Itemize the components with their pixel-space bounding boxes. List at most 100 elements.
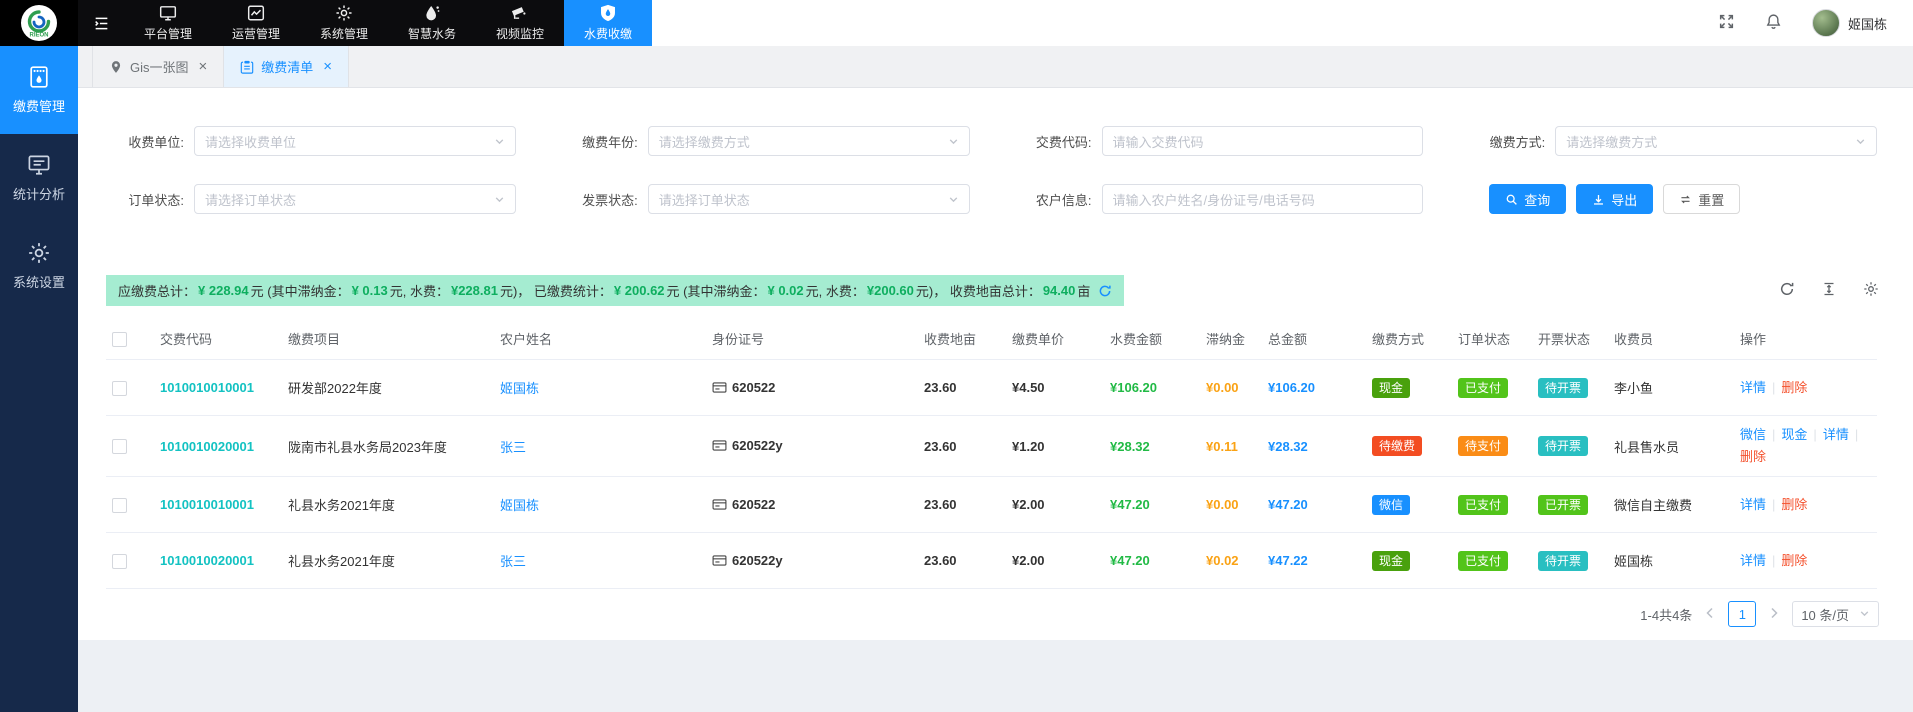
action-link[interactable]: 详情 — [1740, 380, 1766, 395]
action-delete[interactable]: 删除 — [1740, 449, 1766, 464]
cell-farmer-name[interactable]: 张三 — [494, 416, 706, 477]
column-header: 交费代码 — [154, 318, 282, 360]
nav-item-3[interactable]: 智慧水务 — [388, 0, 476, 46]
action-delete[interactable]: 删除 — [1781, 380, 1807, 395]
cell-collector: 礼县售水员 — [1608, 416, 1734, 477]
cell-pay-code[interactable]: 1010010020001 — [154, 533, 282, 589]
cell-water-fee: ¥47.20 — [1104, 477, 1200, 533]
camera-icon — [511, 4, 529, 22]
filter-select[interactable]: 请选择缴费方式 — [1555, 126, 1877, 156]
nav-item-4[interactable]: 视频监控 — [476, 0, 564, 46]
column-header: 收费员 — [1608, 318, 1734, 360]
nav-item-1[interactable]: 运营管理 — [212, 0, 300, 46]
cell-collector: 微信自主缴费 — [1608, 477, 1734, 533]
column-settings-gear-icon[interactable] — [1863, 281, 1879, 300]
gear-icon — [335, 4, 353, 22]
settings-icon — [27, 241, 51, 265]
cell-id-card: 620522 — [706, 477, 918, 533]
pay-method-badge: 待缴费 — [1372, 436, 1422, 456]
filter-input[interactable]: 请输入农户姓名/身份证号/电话号码 — [1102, 184, 1424, 214]
menu-fold-icon[interactable] — [78, 0, 124, 46]
user-name: 姬国栋 — [1848, 14, 1887, 33]
action-delete[interactable]: 删除 — [1781, 553, 1807, 568]
cell-project: 陇南市礼县水务局2023年度 — [282, 416, 494, 477]
action-link[interactable]: 详情 — [1740, 553, 1766, 568]
filter-field: 缴费年份: 请选择缴费方式 — [560, 126, 970, 156]
cell-pay-code[interactable]: 1010010010001 — [154, 477, 282, 533]
tab-1[interactable]: 缴费清单 × — [224, 46, 349, 87]
navbar-menu-area: RIEON 平台管理 运营管理 系统管理 智慧水务 视频监控 水费收缴 — [0, 0, 652, 46]
action-link[interactable]: 详情 — [1740, 497, 1766, 512]
pay-method-badge: 微信 — [1372, 495, 1410, 515]
summary-refresh-icon[interactable] — [1098, 284, 1112, 298]
sidebar-item-1[interactable]: 统计分析 — [0, 134, 78, 222]
cell-actions: 详情|删除 — [1734, 360, 1877, 416]
tab-close-icon[interactable]: × — [323, 59, 332, 74]
nav-item-2[interactable]: 系统管理 — [300, 0, 388, 46]
tab-0[interactable]: Gis一张图 × — [92, 46, 224, 87]
cell-farmer-name[interactable]: 姬国栋 — [494, 477, 706, 533]
action-link[interactable]: 详情 — [1823, 427, 1849, 442]
cell-pay-code[interactable]: 1010010020001 — [154, 416, 282, 477]
row-checkbox[interactable] — [112, 498, 127, 513]
filter-select[interactable]: 请选择缴费方式 — [648, 126, 970, 156]
column-header: 缴费项目 — [282, 318, 494, 360]
filter-select[interactable]: 请选择收费单位 — [194, 126, 516, 156]
sidebar-item-0[interactable]: 缴费管理 — [0, 46, 78, 134]
cell-water-fee: ¥47.20 — [1104, 533, 1200, 589]
cell-farmer-name[interactable]: 张三 — [494, 533, 706, 589]
pagination: 1-4共4条 1 10 条/页 — [112, 601, 1879, 627]
export-button[interactable]: 导出 — [1576, 184, 1653, 214]
cell-pay-code[interactable]: 1010010010001 — [154, 360, 282, 416]
action-link[interactable]: 微信 — [1740, 427, 1766, 442]
clipboard-icon — [240, 60, 254, 74]
column-header: 订单状态 — [1452, 318, 1532, 360]
select-all-checkbox[interactable] — [112, 332, 127, 347]
cell-unit-price: ¥1.20 — [1006, 416, 1104, 477]
filter-input[interactable]: 请输入交费代码 — [1102, 126, 1424, 156]
export-icon — [1592, 193, 1605, 206]
sidebar-item-2[interactable]: 系统设置 — [0, 222, 78, 310]
main-area: Gis一张图 × 缴费清单 × 收费单位: 请选择收费单位 缴费年份: 请选择缴… — [78, 46, 1913, 712]
left-sidebar: 缴费管理 统计分析 系统设置 — [0, 46, 78, 712]
notification-bell-icon[interactable] — [1765, 13, 1782, 33]
tab-close-icon[interactable]: × — [199, 59, 208, 74]
next-page-icon[interactable] — [1768, 607, 1780, 622]
cell-late-fee: ¥0.00 — [1200, 477, 1262, 533]
page-size-select[interactable]: 10 条/页 — [1792, 601, 1879, 627]
column-header: 身份证号 — [706, 318, 918, 360]
table-header: 交费代码缴费项目农户姓名身份证号收费地亩缴费单价水费金额滞纳金总金额缴费方式订单… — [106, 318, 1877, 360]
row-checkbox[interactable] — [112, 439, 127, 454]
reset-button[interactable]: 重置 — [1663, 184, 1740, 214]
nav-item-0[interactable]: 平台管理 — [124, 0, 212, 46]
filter-field: 收费单位: 请选择收费单位 — [106, 126, 516, 156]
page-number[interactable]: 1 — [1728, 601, 1756, 627]
search-button[interactable]: 查询 — [1489, 184, 1566, 214]
table-body: 1010010010001 研发部2022年度 姬国栋 620522 23.60… — [106, 360, 1877, 589]
column-header: 操作 — [1734, 318, 1877, 360]
filter-select[interactable]: 请选择订单状态 — [194, 184, 516, 214]
action-delete[interactable]: 删除 — [1781, 497, 1807, 512]
filter-select[interactable]: 请选择订单状态 — [648, 184, 970, 214]
row-density-icon[interactable] — [1821, 281, 1837, 300]
action-link[interactable]: 现金 — [1781, 427, 1807, 442]
shield-icon — [599, 4, 617, 22]
pay-method-badge: 现金 — [1372, 551, 1410, 571]
chevron-down-icon — [1855, 136, 1866, 147]
refresh-table-icon[interactable] — [1779, 281, 1795, 300]
order-status-badge: 已支付 — [1458, 378, 1508, 398]
cell-farmer-name[interactable]: 姬国栋 — [494, 360, 706, 416]
chevron-down-icon — [494, 136, 505, 147]
pagination-total: 1-4共4条 — [1640, 605, 1692, 624]
nav-item-5[interactable]: 水费收缴 — [564, 0, 652, 46]
row-checkbox[interactable] — [112, 554, 127, 569]
filter-field: 交费代码: 请输入交费代码 — [1014, 126, 1424, 156]
top-navbar: RIEON 平台管理 运营管理 系统管理 智慧水务 视频监控 水费收缴 — [0, 0, 1913, 46]
pay-method-badge: 现金 — [1372, 378, 1410, 398]
fullscreen-icon[interactable] — [1718, 13, 1735, 33]
monitor-icon — [159, 4, 177, 22]
cell-project: 礼县水务2021年度 — [282, 533, 494, 589]
row-checkbox[interactable] — [112, 381, 127, 396]
prev-page-icon[interactable] — [1704, 607, 1716, 622]
user-menu[interactable]: 姬国栋 — [1812, 9, 1887, 37]
